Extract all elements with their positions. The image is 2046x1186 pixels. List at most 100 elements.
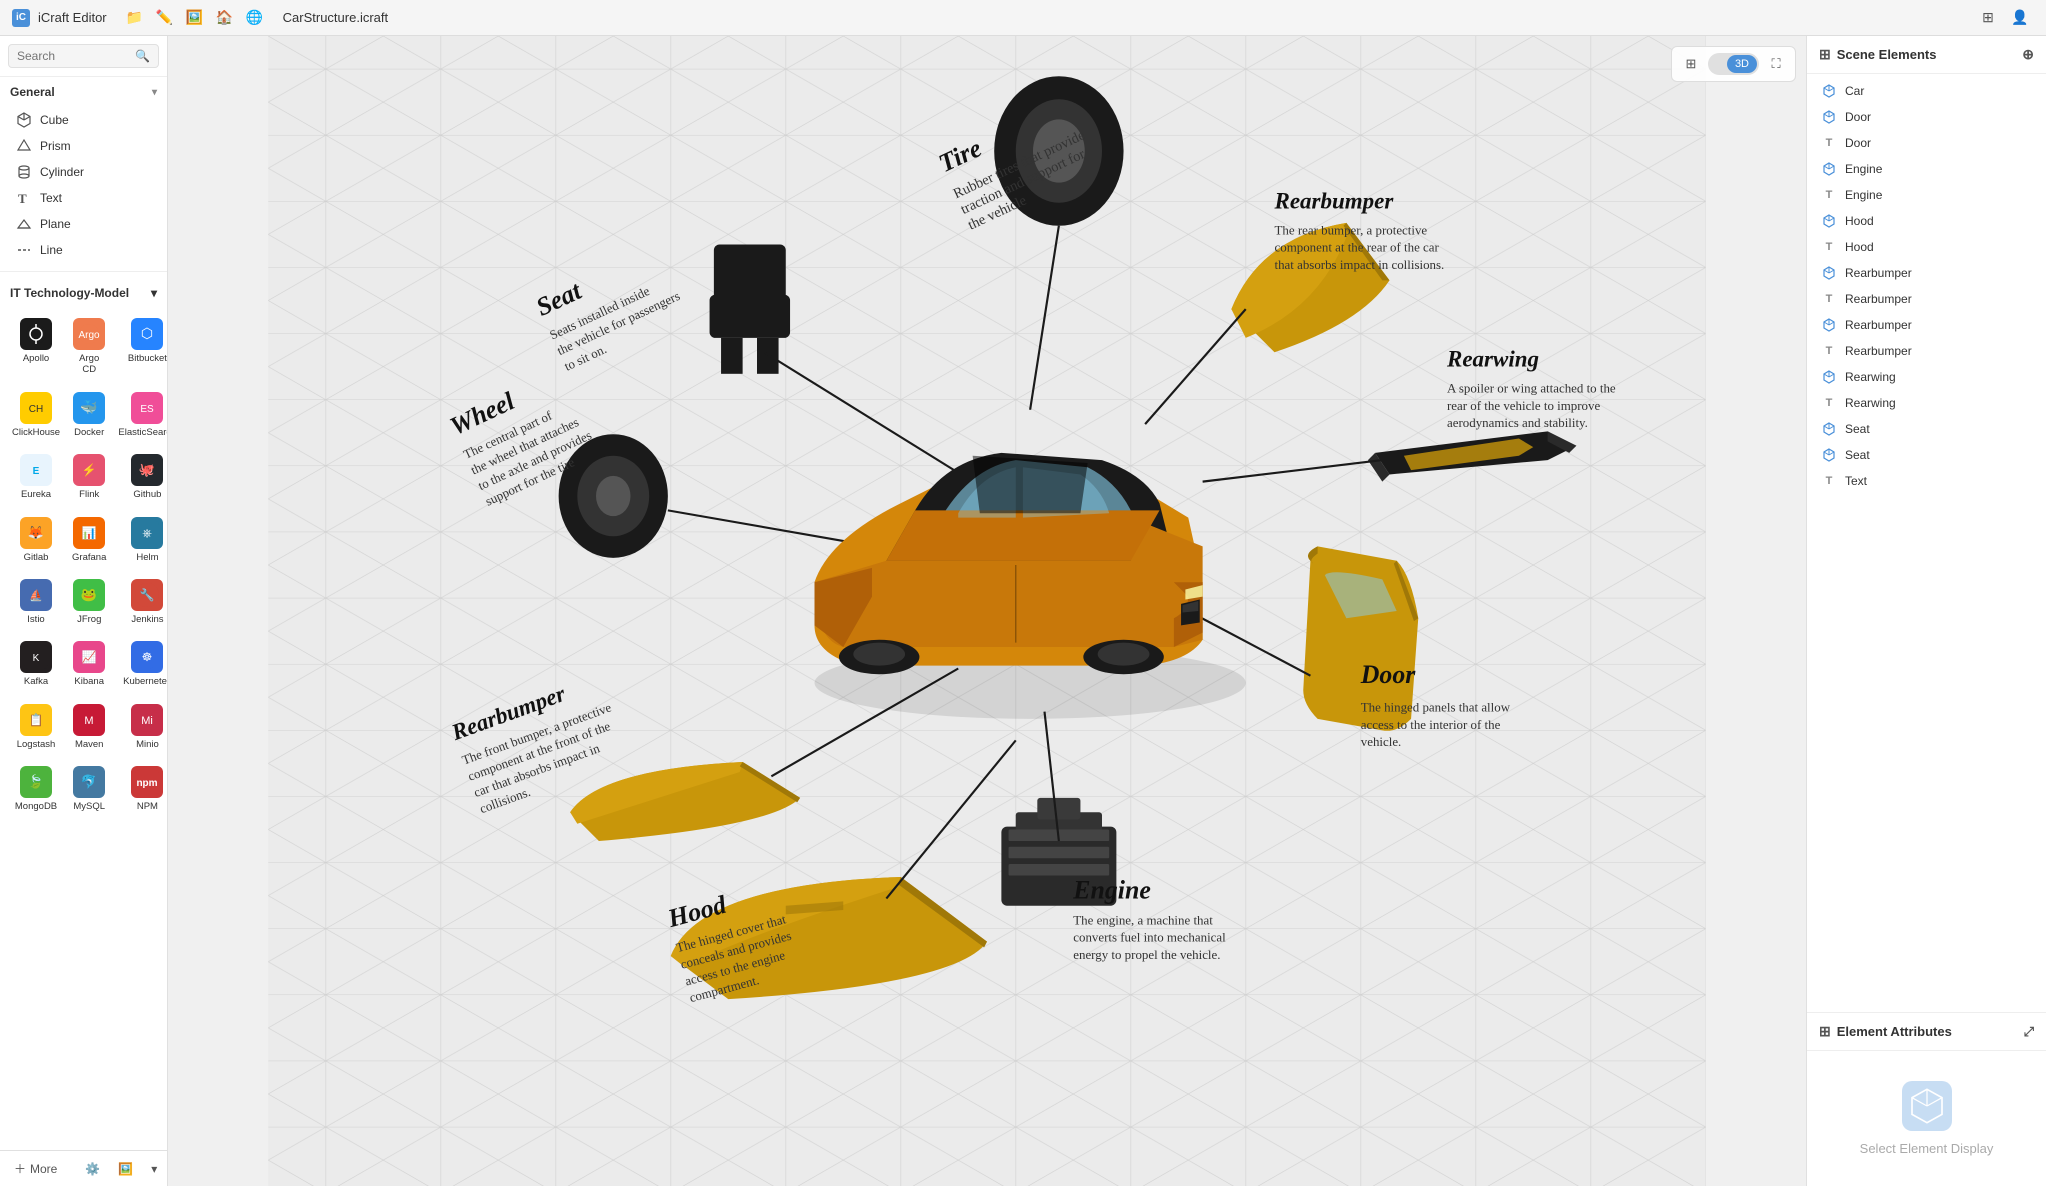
tech-item-docker[interactable]: 🐳 Docker	[68, 386, 110, 444]
pen-icon[interactable]: ✏️	[153, 6, 177, 30]
globe-icon[interactable]: 🌐	[243, 6, 267, 30]
scene-header-right: ⊕	[2022, 46, 2034, 63]
tech-item-argocd[interactable]: Argo Argo CD	[68, 312, 110, 382]
grid-view-btn[interactable]: ⊞	[1678, 51, 1704, 77]
image-button[interactable]: 🖼️	[112, 1158, 139, 1180]
sidebar-item-prism[interactable]: Prism	[4, 133, 163, 159]
logstash-icon: 📋	[20, 704, 52, 736]
svg-text:🔧: 🔧	[140, 587, 155, 602]
user-icon[interactable]: 👤	[2006, 4, 2034, 32]
home-icon[interactable]: 🏠	[213, 6, 237, 30]
tech-item-github[interactable]: 🐙 Github	[114, 448, 167, 506]
scene-element-engine1[interactable]: Engine	[1807, 156, 2046, 182]
folder-icon[interactable]: 📁	[123, 6, 147, 30]
scene-element-door2[interactable]: T Door	[1807, 130, 2046, 156]
prism-label: Prism	[40, 139, 71, 153]
general-chevron[interactable]: ▾	[152, 87, 157, 98]
sidebar-item-cylinder[interactable]: Cylinder	[4, 159, 163, 185]
sidebar-item-text[interactable]: T Text	[4, 185, 163, 211]
tech-item-helm[interactable]: ⎈ Helm	[114, 511, 167, 569]
scene-element-rearwing1[interactable]: Rearwing	[1807, 364, 2046, 390]
tech-item-mongodb[interactable]: 🍃 MongoDB	[8, 760, 64, 818]
scene-element-car[interactable]: Car	[1807, 78, 2046, 104]
istio-icon: ⛵	[20, 579, 52, 611]
sidebar-item-line[interactable]: Line	[4, 237, 163, 263]
svg-text:⚡: ⚡	[82, 463, 97, 477]
tech-item-jenkins[interactable]: 🔧 Jenkins	[114, 573, 167, 631]
tech-item-maven[interactable]: M Maven	[68, 698, 110, 756]
tech-item-jfrog[interactable]: 🐸 JFrog	[68, 573, 110, 631]
tech-item-istio[interactable]: ⛵ Istio	[8, 573, 64, 631]
filename: CarStructure.icraft	[283, 10, 388, 25]
scene-element-engine2[interactable]: T Engine	[1807, 182, 2046, 208]
tech-item-kafka[interactable]: K Kafka	[8, 635, 64, 693]
helm-label: Helm	[136, 552, 158, 563]
scene-element-rearwing2[interactable]: T Rearwing	[1807, 390, 2046, 416]
view-toggle-off[interactable]	[1710, 55, 1726, 73]
tech-item-gitlab[interactable]: 🦊 Gitlab	[8, 511, 64, 569]
scene-add-btn[interactable]: ⊕	[2022, 46, 2034, 63]
view-toggle-3d[interactable]: 3D	[1727, 55, 1757, 73]
kibana-icon: 📈	[73, 641, 105, 673]
tech-item-clickhouse[interactable]: CH ClickHouse	[8, 386, 64, 444]
svg-text:⛵: ⛵	[29, 589, 43, 602]
sidebar-item-cube[interactable]: Cube	[4, 107, 163, 133]
settings-button[interactable]: ⚙️	[79, 1158, 106, 1180]
svg-text:🍃: 🍃	[28, 773, 44, 789]
scene-element-rearbumper3[interactable]: Rearbumper	[1807, 312, 2046, 338]
svg-text:M: M	[85, 715, 94, 727]
grid-icon[interactable]: ⊞	[1974, 4, 2002, 32]
canvas-area[interactable]: ⊞ 3D ⛶	[168, 36, 1806, 1186]
scene-element-door1[interactable]: Door	[1807, 104, 2046, 130]
apollo-label: Apollo	[23, 353, 49, 364]
tech-item-minio[interactable]: Mi Minio	[114, 698, 167, 756]
search-icon: 🔍	[135, 49, 150, 63]
tech-item-mysql[interactable]: 🐬 MySQL	[68, 760, 110, 818]
fullscreen-btn[interactable]: ⛶	[1763, 51, 1789, 77]
more-button[interactable]: ＋ More	[8, 1156, 63, 1181]
tech-item-elasticsearch[interactable]: ES ElasticSearch	[114, 386, 167, 444]
tech-item-apollo[interactable]: Apollo	[8, 312, 64, 382]
argocd-label: Argo CD	[72, 353, 106, 376]
helm-icon: ⎈	[131, 517, 163, 549]
svg-text:🐸: 🐸	[81, 587, 97, 602]
attributes-expand-btn[interactable]: ⤢	[2024, 1024, 2034, 1040]
sidebar-item-plane[interactable]: Plane	[4, 211, 163, 237]
scene-element-rearbumper1[interactable]: Rearbumper	[1807, 260, 2046, 286]
kubernetes-label: Kubernetes	[123, 676, 167, 687]
tech-item-bitbucket[interactable]: ⬡ Bitbucket	[114, 312, 167, 382]
svg-text:📋: 📋	[29, 713, 44, 727]
car-scene-svg: Tire Rubber tires that provide traction …	[168, 36, 1806, 1186]
image-icon[interactable]: 🖼️	[183, 6, 207, 30]
scene-element-rearbumper4[interactable]: T Rearbumper	[1807, 338, 2046, 364]
search-input-wrap[interactable]: 🔍	[8, 44, 159, 68]
elasticsearch-label: ElasticSearch	[118, 427, 167, 438]
cube-icon	[16, 112, 32, 128]
general-items: Cube Prism Cylinder T Text	[0, 105, 167, 265]
search-input[interactable]	[17, 49, 129, 63]
tech-item-eureka[interactable]: E Eureka	[8, 448, 64, 506]
tech-item-kibana[interactable]: 📈 Kibana	[68, 635, 110, 693]
tech-item-flink[interactable]: ⚡ Flink	[68, 448, 110, 506]
scene-rearwing2-label: Rearwing	[1845, 396, 1896, 410]
svg-text:📈: 📈	[82, 650, 97, 664]
tech-item-npm[interactable]: npm NPM	[114, 760, 167, 818]
tech-item-grafana[interactable]: 📊 Grafana	[68, 511, 110, 569]
scene-element-text1[interactable]: T Text	[1807, 468, 2046, 494]
tech-item-kubernetes[interactable]: ☸ Kubernetes	[114, 635, 167, 693]
it-chevron[interactable]: ▾	[151, 286, 157, 300]
grafana-label: Grafana	[72, 552, 106, 563]
chevron-button[interactable]: ▾	[145, 1158, 163, 1180]
scene-element-hood1[interactable]: Hood	[1807, 208, 2046, 234]
scene-element-seat2[interactable]: Seat	[1807, 442, 2046, 468]
scene-element-hood2[interactable]: T Hood	[1807, 234, 2046, 260]
mysql-icon: 🐬	[73, 766, 105, 798]
scene-element-rearbumper2[interactable]: T Rearbumper	[1807, 286, 2046, 312]
tech-item-logstash[interactable]: 📋 Logstash	[8, 698, 64, 756]
clickhouse-icon: CH	[20, 392, 52, 424]
scene-text-icon2: T	[1821, 187, 1837, 203]
jenkins-label: Jenkins	[131, 614, 163, 625]
element-display-icon	[1902, 1081, 1952, 1131]
elasticsearch-icon: ES	[131, 392, 163, 424]
scene-element-seat1[interactable]: Seat	[1807, 416, 2046, 442]
